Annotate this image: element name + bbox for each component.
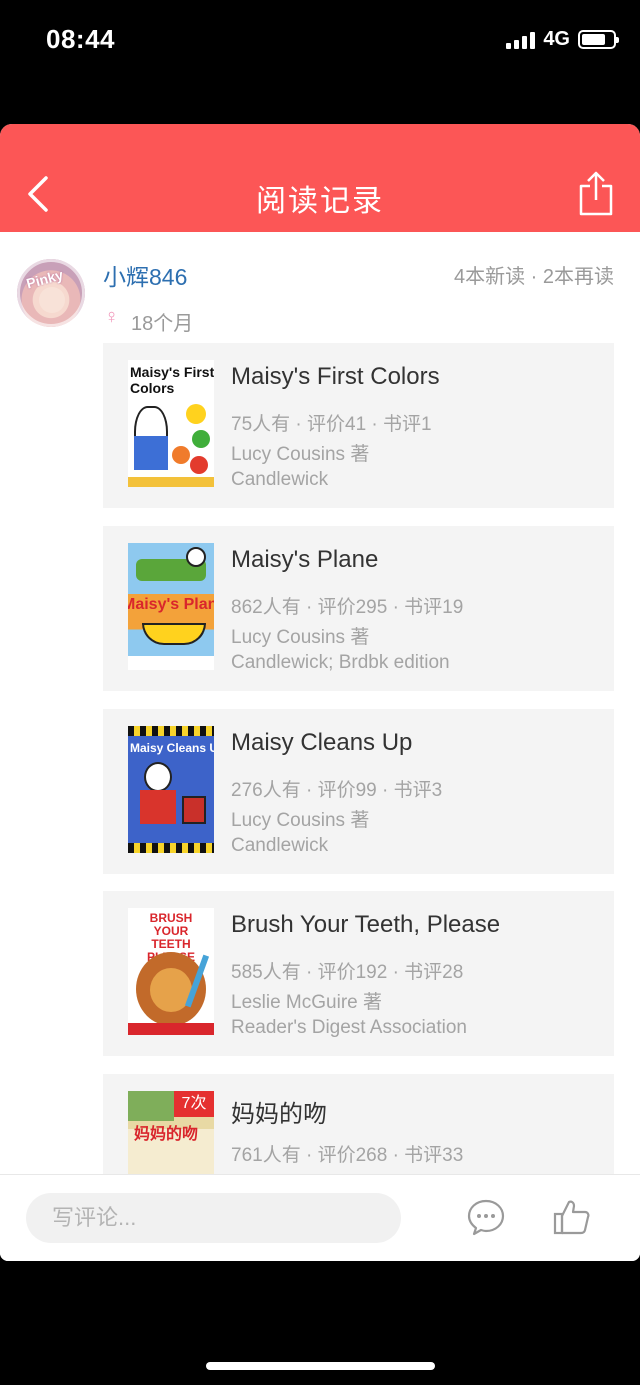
cover-stripe-top bbox=[128, 726, 214, 736]
avatar[interactable]: Pinky bbox=[17, 259, 85, 327]
book-meta: 761人有 · 评价268 · 书评33 bbox=[231, 1145, 464, 1166]
comment-icon[interactable] bbox=[466, 1197, 506, 1237]
book-cover[interactable]: Maisy's Plane bbox=[128, 543, 214, 670]
reading-record-screen: 阅读记录 Pinky 小辉846 4本新读 · 2本再读 ♀ 18个月 Mais… bbox=[0, 124, 640, 1261]
book-publisher: Candlewick bbox=[231, 469, 329, 490]
book-publisher: Candlewick; Brdbk edition bbox=[231, 652, 450, 673]
book-title[interactable]: 妈妈的吻 bbox=[231, 1094, 327, 1129]
book-title[interactable]: Maisy's Plane bbox=[231, 546, 378, 574]
cover-maisy-head bbox=[186, 547, 206, 567]
cover-bucket bbox=[182, 796, 206, 824]
battery-icon bbox=[578, 30, 619, 49]
cover-dot-green bbox=[192, 430, 210, 448]
cover-dot-orange bbox=[172, 446, 190, 464]
cover-footer-band bbox=[128, 477, 214, 487]
book-meta: 585人有 · 评价192 · 书评28 bbox=[231, 962, 464, 983]
cover-title: Maisy Cleans Up bbox=[130, 741, 214, 755]
child-age: 18个月 bbox=[131, 313, 194, 335]
book-card[interactable]: BRUSH YOUR TEETH PLEASE Brush Your Teeth… bbox=[103, 891, 614, 1056]
book-cover[interactable]: 7次 妈妈的吻 bbox=[128, 1091, 214, 1174]
cover-plane-wing bbox=[142, 623, 206, 645]
book-publisher: Candlewick bbox=[231, 835, 329, 856]
status-time: 08:44 bbox=[46, 24, 115, 54]
status-indicators: 4G bbox=[506, 28, 619, 51]
header: 阅读记录 bbox=[0, 124, 640, 232]
avatar-ring bbox=[17, 259, 85, 327]
cover-body bbox=[140, 790, 176, 824]
book-cover[interactable]: Maisy Cleans Up bbox=[128, 726, 214, 853]
cover-footer-band bbox=[128, 656, 214, 670]
cover-title: Maisy's First Colors bbox=[130, 364, 214, 396]
battery-level bbox=[582, 34, 605, 45]
book-author: Lucy Cousins 著 bbox=[231, 627, 370, 648]
cover-dot-red bbox=[190, 456, 208, 474]
comment-input[interactable] bbox=[26, 1193, 401, 1243]
cover-title: Maisy's Plane bbox=[128, 596, 214, 613]
cover-maisy-figure bbox=[144, 762, 172, 792]
book-cover[interactable]: Maisy's First Colors bbox=[128, 360, 214, 487]
book-title[interactable]: Brush Your Teeth, Please bbox=[231, 911, 500, 939]
cover-stripe-bottom bbox=[128, 843, 214, 853]
book-card[interactable]: 7次 妈妈的吻 妈妈的吻 761人有 · 评价268 · 书评33 bbox=[103, 1074, 614, 1174]
signal-icon bbox=[506, 31, 536, 49]
book-card[interactable]: Maisy's Plane Maisy's Plane 862人有 · 评价29… bbox=[103, 526, 614, 691]
book-author: Lucy Cousins 著 bbox=[231, 810, 370, 831]
content-area[interactable]: Pinky 小辉846 4本新读 · 2本再读 ♀ 18个月 Maisy's F… bbox=[0, 232, 640, 1174]
book-author: Leslie McGuire 著 bbox=[231, 992, 382, 1013]
book-card[interactable]: Maisy's First Colors Maisy's First Color… bbox=[103, 343, 614, 508]
cover-footer-band bbox=[128, 1023, 214, 1035]
book-title[interactable]: Maisy's First Colors bbox=[231, 363, 440, 391]
home-indicator[interactable] bbox=[206, 1362, 435, 1370]
book-card[interactable]: Maisy Cleans Up Maisy Cleans Up 276人有 · … bbox=[103, 709, 614, 874]
book-meta: 276人有 · 评价99 · 书评3 bbox=[231, 780, 443, 801]
book-meta: 862人有 · 评价295 · 书评19 bbox=[231, 597, 464, 618]
thumbs-up-icon[interactable] bbox=[552, 1197, 592, 1237]
female-icon: ♀ bbox=[104, 306, 119, 328]
cover-illustration bbox=[128, 1091, 174, 1121]
network-type: 4G bbox=[543, 28, 570, 50]
book-publisher: Reader's Digest Association bbox=[231, 1017, 467, 1038]
status-bar: 08:44 4G bbox=[0, 0, 640, 80]
cover-dot-yellow bbox=[186, 404, 206, 424]
user-name[interactable]: 小辉846 bbox=[103, 258, 187, 292]
page-title: 阅读记录 bbox=[256, 185, 384, 218]
cover-title: 妈妈的吻 bbox=[134, 1126, 199, 1143]
share-icon[interactable] bbox=[578, 170, 614, 218]
book-title[interactable]: Maisy Cleans Up bbox=[231, 729, 412, 757]
read-count-badge: 7次 bbox=[174, 1091, 214, 1117]
reading-stats: 4本新读 · 2本再读 bbox=[453, 266, 614, 288]
book-meta: 75人有 · 评价41 · 书评1 bbox=[231, 414, 432, 435]
book-cover[interactable]: BRUSH YOUR TEETH PLEASE bbox=[128, 908, 214, 1035]
bottom-action-bar bbox=[0, 1174, 640, 1261]
cover-overalls bbox=[134, 436, 168, 470]
book-author: Lucy Cousins 著 bbox=[231, 444, 370, 465]
